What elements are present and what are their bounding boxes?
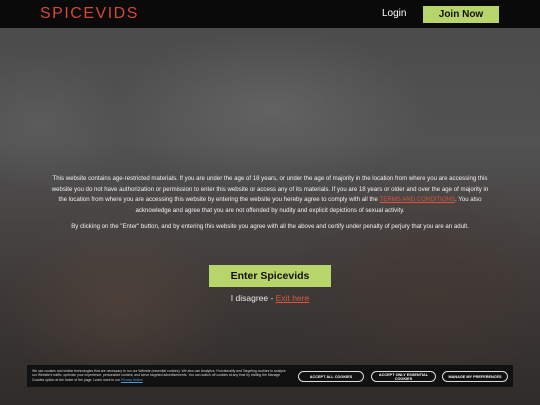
age-gate-page: SPICEVIDS Login Join Now This website co… xyxy=(0,0,540,405)
terms-and-conditions-link[interactable]: TERMS AND CONDITIONS xyxy=(380,196,456,203)
manage-preferences-button[interactable]: MANAGE MY PREFERENCES xyxy=(442,371,508,382)
accept-essential-cookies-button[interactable]: ACCEPT ONLY ESSENTIAL COOKIES xyxy=(371,371,436,382)
privacy-notice-link[interactable]: Privacy Notice xyxy=(121,378,143,382)
enter-button[interactable]: Enter Spicevids xyxy=(209,265,331,287)
cookie-banner: We use cookies and similar technologies … xyxy=(27,365,513,387)
disagree-line: I disagree - Exit here xyxy=(0,293,540,303)
exit-here-link[interactable]: Exit here xyxy=(276,293,310,303)
disagree-text: I disagree - xyxy=(230,293,276,303)
top-header: SPICEVIDS Login Join Now xyxy=(0,0,540,28)
join-now-button[interactable]: Join Now xyxy=(423,6,499,23)
disclaimer-paragraph-1: This website contains age-restricted mat… xyxy=(48,174,492,216)
cookie-description: We use cookies and similar technologies … xyxy=(32,369,286,382)
accept-all-cookies-button[interactable]: ACCEPT ALL COOKIES xyxy=(298,371,364,382)
cookie-text: We use cookies and similar technologies … xyxy=(32,369,290,382)
login-link[interactable]: Login xyxy=(382,8,406,19)
disclaimer-paragraph-2: By clicking on the "Enter" button, and b… xyxy=(71,223,469,231)
age-disclaimer: This website contains age-restricted mat… xyxy=(48,174,492,239)
spicevids-logo[interactable]: SPICEVIDS xyxy=(40,5,139,23)
